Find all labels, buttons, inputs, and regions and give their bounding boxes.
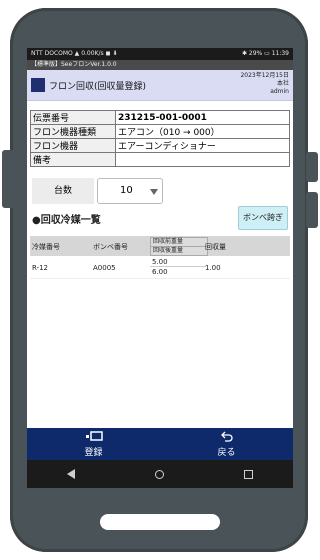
count-value: 10: [120, 185, 133, 196]
info-label: 備考: [30, 152, 116, 167]
back-icon[interactable]: [67, 469, 75, 479]
col-cylinder: ボンベ番号: [93, 243, 128, 251]
list-header: 冷媒番号 ボンベ番号 回収前重量 回収後重量 回収量: [30, 236, 290, 256]
info-row-type: フロン機器種類 エアコン（010 → 000）: [30, 124, 290, 139]
register-icon: [27, 431, 160, 443]
info-row-device: フロン機器 エアーコンディショナー: [30, 138, 290, 153]
cell-amount: 1.00: [205, 264, 221, 272]
bottom-bar: 登録 戻る: [27, 428, 293, 460]
back-button[interactable]: 戻る: [160, 428, 293, 460]
home-icon[interactable]: [155, 469, 164, 479]
header-user: admin: [270, 88, 289, 95]
volume-button: [2, 150, 14, 208]
count-label: 台数: [32, 178, 94, 204]
count-select[interactable]: 10: [97, 178, 163, 204]
col-refrigerant: 冷媒番号: [32, 243, 60, 251]
status-left: NTT DOCOMO ▲ 0.00K/s ◼ ⬇: [31, 50, 118, 57]
side-button: [306, 192, 318, 228]
screen: NTT DOCOMO ▲ 0.00K/s ◼ ⬇ ✱ 29% ▭ 11:39 【…: [27, 48, 293, 488]
info-value: エアーコンディショナー: [115, 138, 290, 153]
page-header: フロン回収(回収量登録) 2023年12月15日 本社 admin: [27, 70, 293, 101]
list-item[interactable]: R-12 A0005 5.00 6.00 1.00: [30, 256, 290, 279]
cell-cylinder: A0005: [93, 264, 116, 272]
register-button[interactable]: 登録: [27, 428, 160, 460]
android-nav-bar: [27, 460, 293, 488]
header-office: 本社: [276, 80, 289, 87]
home-slot: [100, 514, 220, 530]
register-label: 登録: [84, 448, 103, 458]
power-button: [306, 152, 318, 182]
cell-after: 6.00: [152, 268, 168, 276]
info-table: 伝票番号 231215-001-0001 フロン機器種類 エアコン（010 → …: [30, 110, 290, 167]
cell-refrigerant: R-12: [32, 264, 49, 272]
info-value: エアコン（010 → 000）: [115, 124, 290, 139]
page-title: フロン回収(回収量登録): [49, 82, 147, 92]
app-title-bar: 【標準版】SeeフロンVer.1.0.0: [27, 60, 293, 70]
recovery-list: 冷媒番号 ボンベ番号 回収前重量 回収後重量 回収量 R-12 A0005 5.…: [30, 236, 290, 279]
cell-before: 5.00: [150, 258, 206, 267]
info-row-slip: 伝票番号 231215-001-0001: [30, 110, 290, 125]
cylinder-cross-button[interactable]: ボンベ跨ぎ: [238, 206, 288, 230]
recent-apps-icon[interactable]: [244, 469, 253, 479]
undo-icon: [160, 431, 293, 443]
info-label: 伝票番号: [30, 110, 116, 125]
info-value: [115, 152, 290, 167]
chevron-down-icon: [150, 189, 158, 195]
back-label: 戻る: [217, 448, 236, 458]
info-row-note: 備考: [30, 152, 290, 167]
app-icon: [31, 78, 45, 92]
status-right: ✱ 29% ▭ 11:39: [241, 50, 289, 57]
section-title: ●回収冷媒一覧: [32, 215, 101, 226]
header-meta: 2023年12月15日 本社 admin: [240, 72, 289, 96]
info-label: フロン機器種類: [30, 124, 116, 139]
col-after: 回収後重量: [150, 246, 208, 256]
header-date: 2023年12月15日: [240, 72, 289, 79]
status-bar: NTT DOCOMO ▲ 0.00K/s ◼ ⬇ ✱ 29% ▭ 11:39: [27, 48, 293, 60]
col-amount: 回収量: [205, 243, 226, 251]
info-value: 231215-001-0001: [115, 110, 290, 125]
info-label: フロン機器: [30, 138, 116, 153]
